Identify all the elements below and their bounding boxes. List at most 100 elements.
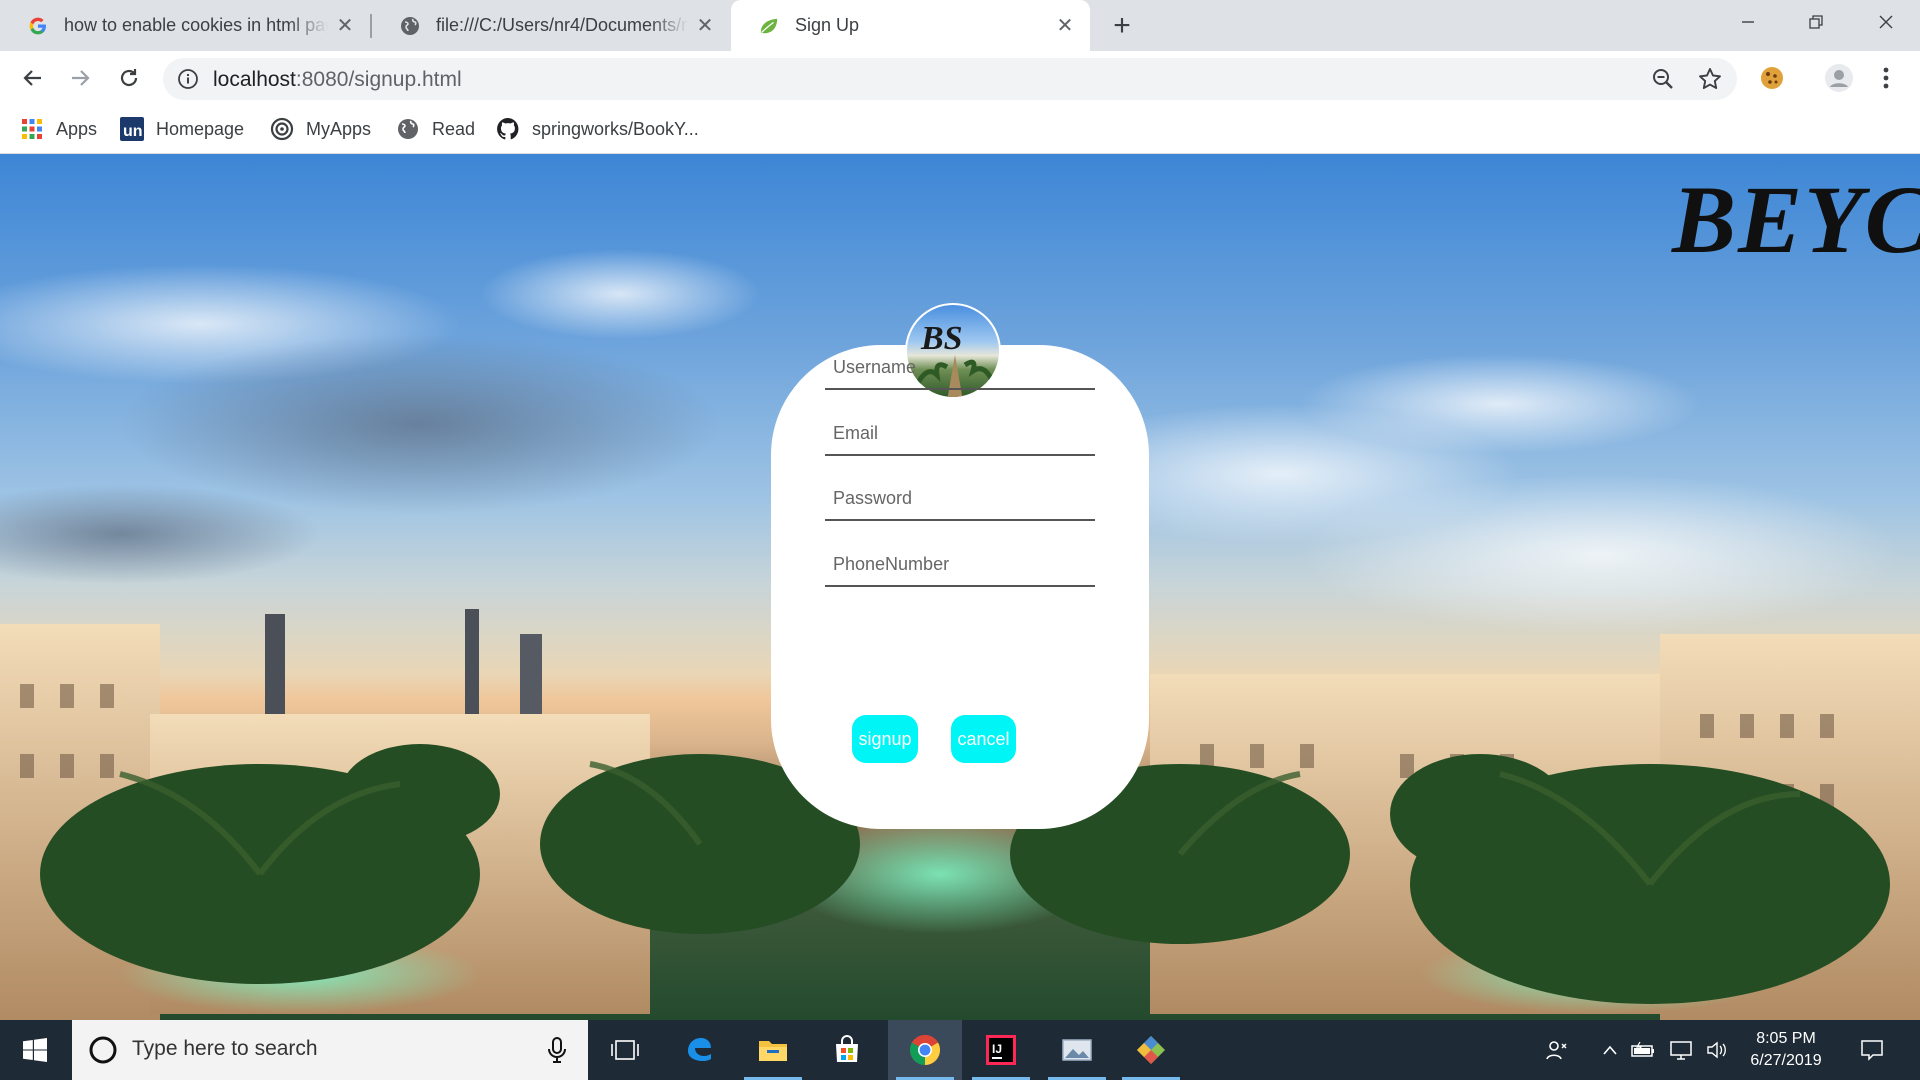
email-input[interactable] <box>825 412 1095 454</box>
tab-google-search[interactable]: how to enable cookies in html page ✕ <box>0 0 370 51</box>
minimize-icon <box>1742 21 1754 23</box>
file-explorer-button[interactable] <box>736 1020 810 1080</box>
spring-leaf-icon <box>759 16 779 36</box>
tab-title: how to enable cookies in html page <box>64 15 328 35</box>
task-view-button[interactable] <box>588 1020 662 1080</box>
intellij-button[interactable]: IJ <box>964 1020 1038 1080</box>
clock-time: 8:05 PM <box>1756 1030 1816 1047</box>
close-icon <box>1879 15 1893 29</box>
restore-icon <box>1809 15 1823 29</box>
close-icon[interactable]: ✕ <box>694 15 716 37</box>
back-arrow-icon <box>23 70 41 86</box>
reload-icon <box>120 69 138 87</box>
password-field[interactable] <box>825 477 1095 521</box>
username-input[interactable] <box>825 346 1095 388</box>
intellij-icon: IJ <box>986 1035 1016 1065</box>
tab-local-file[interactable]: file:///C:/Users/nr4/Documents/nr4 ✕ <box>372 0 730 51</box>
signup-button[interactable]: signup <box>852 715 918 763</box>
close-icon[interactable]: ✕ <box>334 15 356 37</box>
phone-number-input[interactable] <box>825 543 1095 585</box>
photos-button[interactable] <box>1040 1020 1114 1080</box>
tab-sign-up[interactable]: Sign Up ✕ <box>731 0 1090 51</box>
bookmark-apps[interactable]: Apps <box>20 113 97 145</box>
edge-icon <box>688 1038 711 1061</box>
store-button[interactable] <box>810 1020 884 1080</box>
bookmark-label: Homepage <box>156 118 245 139</box>
address-bar[interactable]: localhost:8080/signup.html <box>163 58 1737 100</box>
profile-button[interactable] <box>1824 63 1854 93</box>
svg-text:IJ: IJ <box>992 1042 1002 1056</box>
speaker-icon <box>1707 1041 1726 1059</box>
restore-button[interactable] <box>1782 0 1850 44</box>
microphone-icon[interactable] <box>546 1036 568 1064</box>
volume-button[interactable] <box>1702 1020 1732 1080</box>
file-explorer-icon <box>759 1041 787 1061</box>
task-view-icon <box>611 1040 639 1060</box>
close-icon[interactable]: ✕ <box>1054 15 1076 37</box>
cookie-icon <box>1761 67 1783 89</box>
browser-toolbar: localhost:8080/signup.html <box>0 51 1920 105</box>
bookmarks-bar: Apps un Homepage MyApps Read springworks… <box>0 105 1920 154</box>
zoom-icon[interactable] <box>1651 67 1675 91</box>
cookie-extension-button[interactable] <box>1757 63 1787 93</box>
username-field[interactable] <box>825 346 1095 390</box>
new-tab-button[interactable]: + <box>1106 9 1138 42</box>
phone-field[interactable] <box>825 543 1095 587</box>
windows-taskbar: Type here to search IJ 8:05 PM 6/27/2019 <box>0 1020 1920 1080</box>
info-icon[interactable] <box>177 68 199 90</box>
show-hidden-icons-button[interactable] <box>1596 1020 1624 1080</box>
people-button[interactable] <box>1540 1020 1574 1080</box>
globe-icon <box>400 16 420 36</box>
apps-grid-icon <box>20 117 44 141</box>
bookmark-myapps[interactable]: MyApps <box>270 113 371 145</box>
tab-strip: how to enable cookies in html page ✕ fil… <box>0 0 1920 51</box>
store-icon <box>836 1035 858 1062</box>
url-host: localhost <box>213 68 296 91</box>
forward-arrow-icon <box>72 70 90 86</box>
globe-icon <box>396 117 420 141</box>
notifications-icon <box>1861 1040 1883 1061</box>
reload-button[interactable] <box>112 61 146 95</box>
brand-heading: BEYC <box>1672 166 1920 273</box>
email-field[interactable] <box>825 412 1095 456</box>
clock-date: 6/27/2019 <box>1750 1052 1822 1069</box>
chrome-button[interactable] <box>888 1020 962 1080</box>
google-icon <box>28 16 48 36</box>
search-placeholder: Type here to search <box>132 1037 318 1060</box>
network-icon <box>1670 1041 1692 1060</box>
people-icon <box>1546 1041 1567 1060</box>
forward-button[interactable] <box>63 61 97 95</box>
git-button[interactable] <box>1114 1020 1188 1080</box>
url-text[interactable]: localhost:8080/signup.html <box>213 68 462 92</box>
chevron-up-icon <box>1603 1045 1617 1055</box>
action-center-button[interactable] <box>1852 1020 1892 1080</box>
network-button[interactable] <box>1666 1020 1696 1080</box>
bookmark-label: springworks/BookY... <box>532 118 699 139</box>
bookmark-star-icon[interactable] <box>1697 66 1723 92</box>
taskbar-search-box[interactable]: Type here to search <box>72 1020 588 1080</box>
menu-button[interactable] <box>1871 63 1901 93</box>
windows-logo-icon <box>23 1038 47 1062</box>
chrome-icon <box>909 1034 941 1065</box>
tab-title: Sign Up <box>795 15 860 35</box>
svg-text:un: un <box>123 123 143 140</box>
cortana-icon <box>89 1036 117 1064</box>
battery-icon <box>1631 1041 1654 1057</box>
kebab-menu-icon <box>1883 67 1889 89</box>
bookmark-label: MyApps <box>306 118 372 139</box>
close-window-button[interactable] <box>1852 0 1920 44</box>
battery-button[interactable] <box>1628 1020 1658 1080</box>
back-button[interactable] <box>16 61 50 95</box>
cancel-button[interactable]: cancel <box>951 715 1016 763</box>
system-clock[interactable]: 8:05 PM 6/27/2019 <box>1736 1028 1836 1072</box>
password-input[interactable] <box>825 477 1095 519</box>
edge-button[interactable] <box>662 1020 736 1080</box>
minimize-button[interactable] <box>1714 0 1782 44</box>
bookmark-github[interactable]: springworks/BookY... <box>496 113 699 145</box>
un-logo-icon: un <box>120 117 144 141</box>
photos-icon <box>1062 1039 1092 1061</box>
tab-title: file:///C:/Users/nr4/Documents/nr4 <box>436 15 688 35</box>
bookmark-homepage[interactable]: un Homepage <box>120 113 244 145</box>
bookmark-read[interactable]: Read <box>396 113 475 145</box>
start-button[interactable] <box>0 1020 70 1080</box>
